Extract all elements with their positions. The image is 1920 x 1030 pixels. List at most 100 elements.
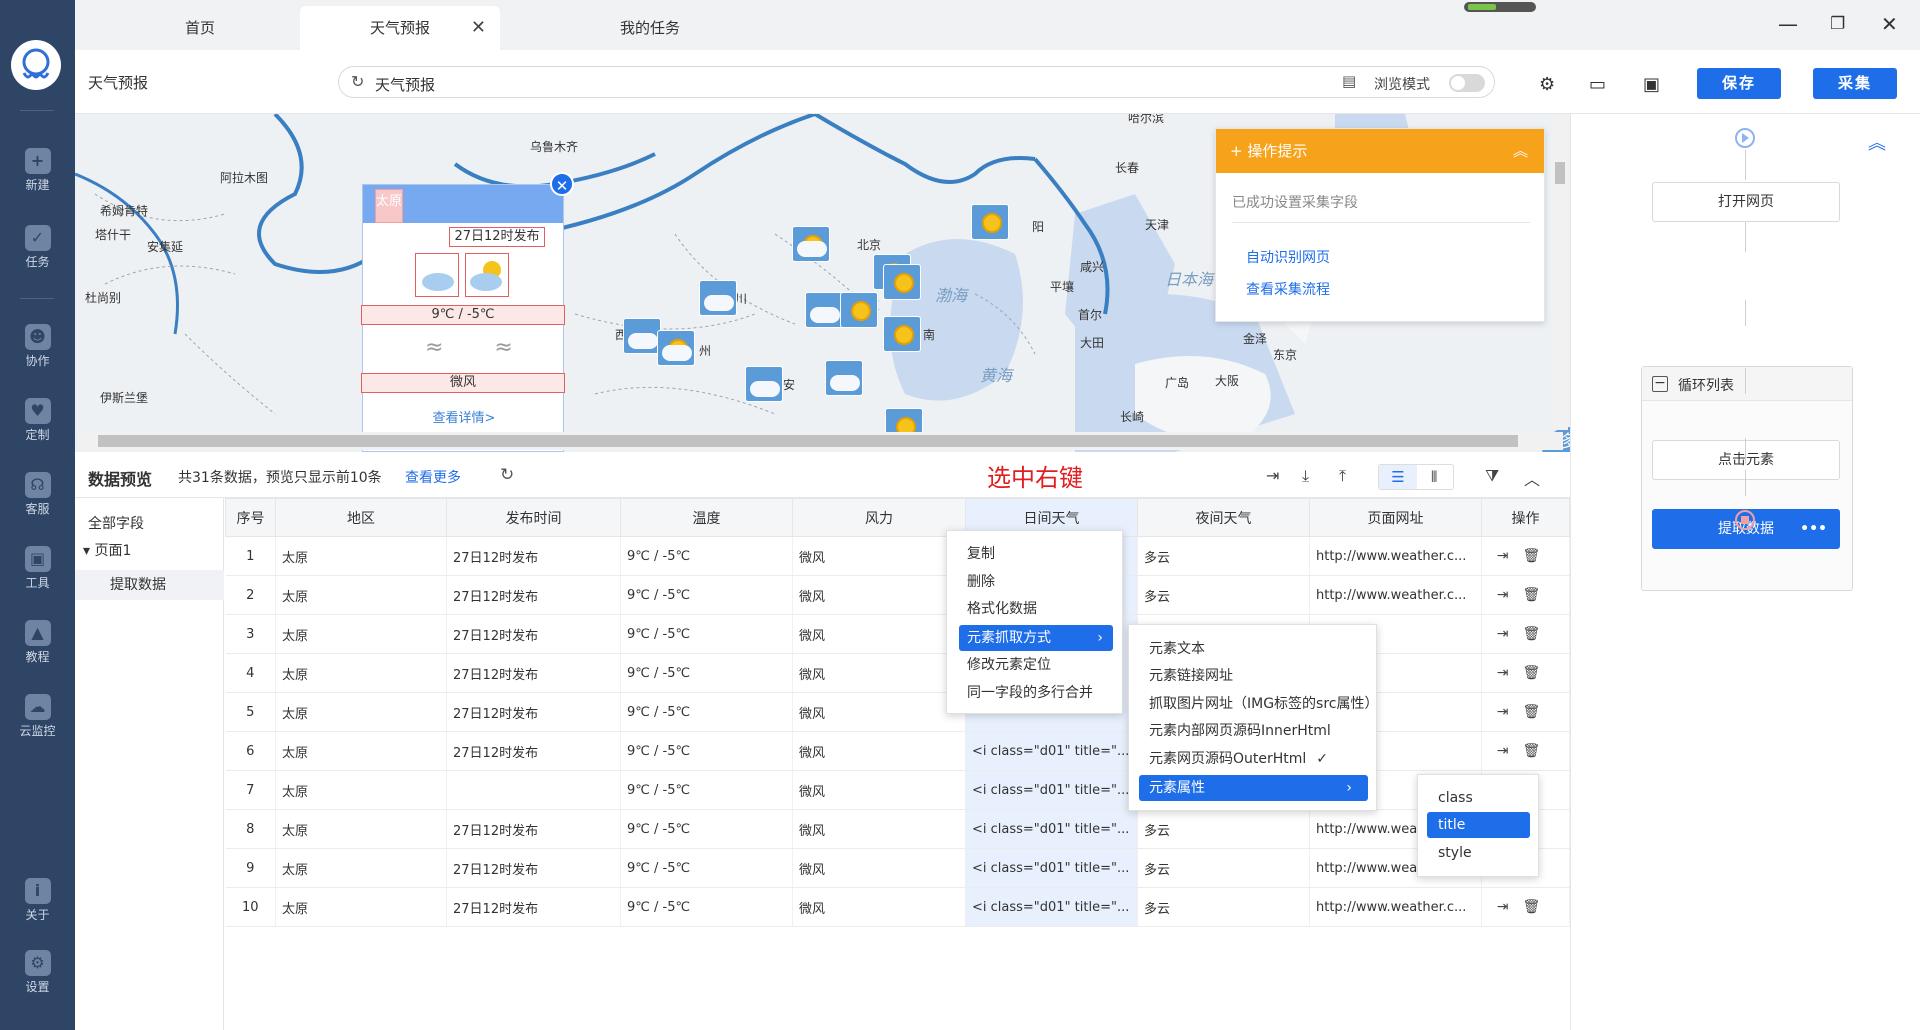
hint-header[interactable]: + 操作提示 ︽ <box>1216 129 1544 173</box>
trash-icon[interactable]: 🗑 <box>1522 626 1554 642</box>
table-cell[interactable]: 多云 <box>1137 848 1310 888</box>
submenu-item-outerhtml[interactable]: 元素网页源码OuterHtml ✓ <box>1129 746 1328 772</box>
trash-icon[interactable]: 🗑 <box>1522 899 1554 915</box>
table-cell[interactable]: 9℃ / -5℃ <box>620 887 793 927</box>
weather-marker[interactable] <box>792 226 830 262</box>
menu-item-capture-mode[interactable]: 元素抓取方式 › <box>959 625 1113 651</box>
table-cell[interactable]: 微风 <box>792 770 966 810</box>
attr-item-title[interactable]: title <box>1427 812 1530 838</box>
chevron-up-icon[interactable]: ︽ <box>1513 129 1528 173</box>
table-cell[interactable]: 27日12时发布 <box>446 536 621 576</box>
view-more-link[interactable]: 查看更多 <box>405 467 461 487</box>
browse-mode-toggle[interactable] <box>1449 74 1485 92</box>
col-header[interactable]: 温度 <box>620 498 793 537</box>
restore-icon[interactable]: ❐ <box>1830 14 1845 34</box>
nav-tutorial[interactable]: ▲ 教程 <box>0 620 75 678</box>
more-options-icon[interactable]: ••• <box>1800 510 1827 548</box>
table-cell[interactable]: 27日12时发布 <box>446 848 621 888</box>
table-cell[interactable]: <i class="d01" title="... <box>965 770 1138 810</box>
table-cell[interactable] <box>446 770 621 810</box>
all-fields-label[interactable]: 全部字段 <box>88 513 144 533</box>
extract-data-node[interactable]: 提取数据 <box>75 570 224 600</box>
table-cell[interactable]: 6 <box>225 731 276 771</box>
table-cell[interactable]: 9℃ / -5℃ <box>620 653 793 693</box>
col-header[interactable]: 页面网址 <box>1309 498 1482 537</box>
attr-item-style[interactable]: style <box>1418 840 1472 866</box>
table-cell[interactable]: 9℃ / -5℃ <box>620 536 793 576</box>
table-cell[interactable]: 太原 <box>275 575 447 615</box>
close-icon[interactable]: ✕ <box>471 6 486 50</box>
table-cell[interactable]: 微风 <box>792 809 966 849</box>
refresh-icon[interactable]: ↻ <box>351 72 364 91</box>
weather-marker[interactable] <box>623 318 661 354</box>
table-cell[interactable]: 9℃ / -5℃ <box>620 809 793 849</box>
table-cell[interactable]: 微风 <box>792 848 966 888</box>
table-cell[interactable]: 9℃ / -5℃ <box>620 731 793 771</box>
card-detail-link[interactable]: 查看详情> <box>363 407 565 426</box>
table-cell[interactable]: 微风 <box>792 692 966 732</box>
flow-start-icon[interactable] <box>1735 128 1755 148</box>
table-cell[interactable]: http://www.weather.c... <box>1309 536 1482 576</box>
double-chevron-up-icon[interactable]: ︽ <box>1868 129 1886 155</box>
table-cell[interactable]: 27日12时发布 <box>446 887 621 927</box>
export-row-icon[interactable]: ⇥ <box>1497 548 1523 564</box>
trash-icon[interactable]: 🗑 <box>1522 587 1554 603</box>
export-row-icon[interactable]: ⇥ <box>1497 665 1523 681</box>
submenu-item-innerhtml[interactable]: 元素内部网页源码InnerHtml <box>1129 718 1331 744</box>
download-icon[interactable]: ⤓ <box>1302 466 1309 486</box>
map-horizontal-scrollbar[interactable] <box>78 432 1563 450</box>
tab-home[interactable]: 首页 <box>135 6 265 50</box>
table-cell[interactable]: 3 <box>225 614 276 654</box>
weather-marker[interactable] <box>745 366 783 402</box>
flow-node-open-page[interactable]: 打开网页 <box>1652 182 1840 222</box>
nav-settings[interactable]: ⚙ 设置 <box>0 950 75 1008</box>
export-icon[interactable]: ⇥ <box>1266 466 1279 485</box>
col-header[interactable]: 风力 <box>792 498 966 537</box>
table-cell[interactable]: 太原 <box>275 653 447 693</box>
document-icon[interactable]: ▤ <box>1342 72 1356 90</box>
table-cell[interactable]: 微风 <box>792 731 966 771</box>
weather-marker[interactable] <box>971 204 1009 240</box>
nav-about[interactable]: i 关于 <box>0 878 75 936</box>
settings-gear-icon[interactable]: ⚙ <box>1539 74 1555 95</box>
table-row[interactable]: 9 太原 27日12时发布 9℃ / -5℃ 微风 <i class="d01" titl… <box>225 848 1570 888</box>
table-cell[interactable]: 7 <box>225 770 276 810</box>
submenu-item-link[interactable]: 元素链接网址 <box>1129 663 1233 689</box>
table-cell[interactable]: 27日12时发布 <box>446 731 621 771</box>
close-icon[interactable]: ✕ <box>550 172 574 196</box>
menu-item-copy[interactable]: 复制 <box>947 541 995 567</box>
submenu-item-attribute[interactable]: 元素属性 › <box>1139 775 1368 801</box>
table-cell[interactable]: 太原 <box>275 887 447 927</box>
col-header[interactable]: 序号 <box>225 498 276 537</box>
table-cell[interactable]: 多云 <box>1137 575 1310 615</box>
table-cell[interactable]: 5 <box>225 692 276 732</box>
menu-item-delete[interactable]: 删除 <box>947 569 995 595</box>
flow-node-click-element[interactable]: 点击元素 <box>1652 440 1840 480</box>
nav-new[interactable]: + 新建 <box>0 148 75 206</box>
filter-icon[interactable]: ⧩ <box>1485 466 1499 486</box>
col-header[interactable]: 发布时间 <box>446 498 621 537</box>
view-switch[interactable]: ☰ ⫴ <box>1378 464 1454 490</box>
table-cell[interactable]: 太原 <box>275 614 447 654</box>
table-cell[interactable]: 微风 <box>792 614 966 654</box>
table-row[interactable]: 2 太原 27日12时发布 9℃ / -5℃ 微风 多云 http://www.weathe… <box>225 575 1570 615</box>
table-cell[interactable]: 27日12时发布 <box>446 653 621 693</box>
tab-my-tasks[interactable]: 我的任务 <box>575 6 725 50</box>
trash-icon[interactable]: 🗑 <box>1522 743 1554 759</box>
table-cell[interactable]: <i class="d01" title="... <box>965 887 1138 927</box>
table-cell[interactable]: <i class="d01" title="... <box>965 809 1138 849</box>
weather-marker[interactable] <box>805 292 843 328</box>
table-cell[interactable]: 太原 <box>275 731 447 771</box>
table-cell[interactable]: 1 <box>225 536 276 576</box>
table-cell[interactable]: 8 <box>225 809 276 849</box>
export-row-icon[interactable]: ⇥ <box>1497 899 1523 915</box>
table-row[interactable]: 8 太原 27日12时发布 9℃ / -5℃ 微风 <i class="d01" titl… <box>225 809 1570 849</box>
table-cell[interactable]: 4 <box>225 653 276 693</box>
list-view-icon[interactable]: ☰ <box>1379 465 1417 489</box>
table-cell[interactable]: 多云 <box>1137 887 1310 927</box>
export-row-icon[interactable]: ⇥ <box>1497 743 1523 759</box>
menu-item-merge-rows[interactable]: 同一字段的多行合并 <box>947 680 1093 706</box>
tab-weather[interactable]: 天气预报 ✕ <box>300 6 500 50</box>
trash-icon[interactable]: 🗑 <box>1522 548 1554 564</box>
view-flow-link[interactable]: 查看采集流程 <box>1246 279 1330 299</box>
